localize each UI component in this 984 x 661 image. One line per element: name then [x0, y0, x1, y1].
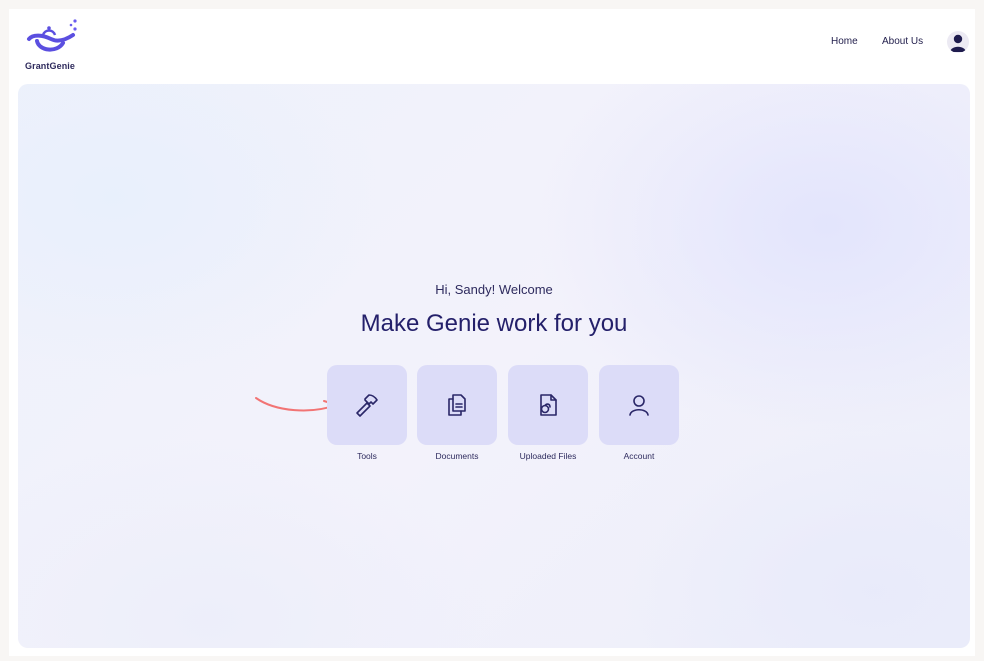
app-window: GrantGenie Home About Us Hi, Sandy! Welc… [9, 9, 975, 656]
documents-icon [448, 394, 466, 416]
welcome-greeting: Hi, Sandy! Welcome [435, 282, 553, 297]
documents-tile-label: Documents [435, 451, 479, 461]
user-avatar-button[interactable] [947, 31, 969, 53]
uploaded-files-tile[interactable] [508, 365, 588, 445]
top-nav-bar: GrantGenie Home About Us [9, 9, 975, 79]
tools-tile[interactable] [327, 365, 407, 445]
tools-tile-label: Tools [357, 451, 377, 461]
uploaded-files-tile-label: Uploaded Files [519, 451, 577, 461]
documents-tile[interactable] [417, 365, 497, 445]
welcome-panel: Hi, Sandy! Welcome Make Genie work for y… [18, 84, 970, 648]
account-tile[interactable] [599, 365, 679, 445]
account-tile-label: Account [623, 451, 655, 461]
page-headline: Make Genie work for you [360, 310, 628, 337]
nav-link-home[interactable]: Home [831, 36, 858, 47]
brand-logo[interactable]: GrantGenie [23, 17, 83, 71]
brand-name: GrantGenie [25, 61, 76, 71]
genie-lamp-icon [27, 19, 77, 52]
hammer-icon [356, 394, 378, 417]
user-avatar-icon [950, 34, 966, 52]
nav-link-about[interactable]: About Us [882, 36, 923, 47]
account-icon [629, 395, 649, 416]
uploaded-file-icon [540, 394, 557, 416]
